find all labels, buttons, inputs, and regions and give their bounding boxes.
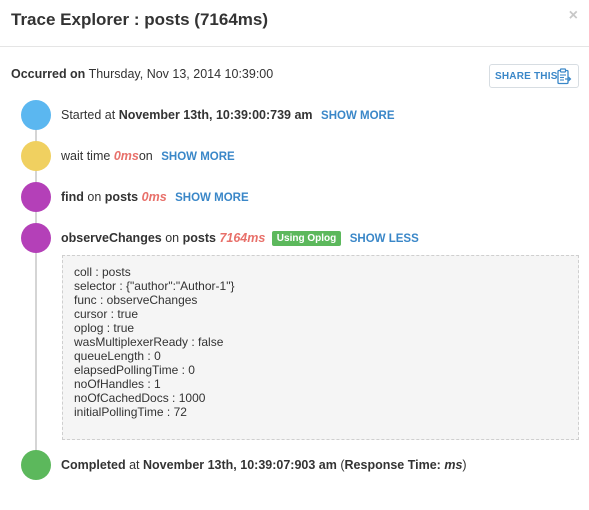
observe-ms: 7164ms <box>219 231 266 245</box>
detail-line: wasMultiplexerReady : false <box>74 335 224 349</box>
wait-dot <box>21 141 51 171</box>
find-row: find on posts 0ms SHOW MORE <box>61 190 249 204</box>
wait-prefix: wait time <box>61 149 111 163</box>
occurred-on: Occurred on Thursday, Nov 13, 2014 10:39… <box>11 67 273 81</box>
find-op: find <box>61 190 84 204</box>
observe-on: on <box>165 231 180 245</box>
completed-label: Completed <box>61 458 126 472</box>
clipboard-icon <box>557 68 572 85</box>
completed-close-paren: ) <box>462 458 467 472</box>
wait-suffix: on <box>138 149 153 163</box>
occurred-value: Thursday, Nov 13, 2014 10:39:00 <box>88 67 274 81</box>
detail-line: initialPollingTime : 72 <box>74 405 187 419</box>
close-icon[interactable]: × <box>569 7 578 25</box>
response-time-label: Response Time: <box>344 458 441 472</box>
detail-line: noOfCachedDocs : 1000 <box>74 391 206 405</box>
detail-line: func : observeChanges <box>74 293 198 307</box>
share-label: SHARE THIS <box>495 71 558 82</box>
detail-line: cursor : true <box>74 307 139 321</box>
detail-line: oplog : true <box>74 321 135 335</box>
find-ms: 0ms <box>141 190 167 204</box>
observe-op: observeChanges <box>61 231 162 245</box>
completed-row: Completed at November 13th, 10:39:07:903… <box>61 458 467 472</box>
find-coll: posts <box>104 190 139 204</box>
find-show-more-link[interactable]: SHOW MORE <box>175 192 248 204</box>
started-time: November 13th, 10:39:00:739 am <box>118 108 313 122</box>
detail-line: coll : posts <box>74 265 131 279</box>
completed-dot <box>21 450 51 480</box>
started-row: Started at November 13th, 10:39:00:739 a… <box>61 108 395 122</box>
wait-show-more-link[interactable]: SHOW MORE <box>161 151 234 163</box>
detail-line: noOfHandles : 1 <box>74 377 161 391</box>
find-dot <box>21 182 51 212</box>
wait-ms: 0ms <box>113 149 139 163</box>
observe-show-less-link[interactable]: SHOW LESS <box>350 233 419 245</box>
using-oplog-badge: Using Oplog <box>271 231 342 246</box>
observe-details-panel: coll : posts selector : {"author":"Autho… <box>62 255 579 440</box>
completed-time: November 13th, 10:39:07:903 am <box>143 458 337 472</box>
dialog-header: Trace Explorer : posts (7164ms) × <box>0 0 589 47</box>
completed-at: at <box>129 458 140 472</box>
occurred-label: Occurred on <box>11 67 86 81</box>
detail-line: elapsedPollingTime : 0 <box>74 363 195 377</box>
share-button[interactable]: SHARE THIS <box>489 64 579 88</box>
dialog-title: Trace Explorer : posts (7164ms) <box>11 10 269 29</box>
observe-row: observeChanges on posts 7164ms Using Opl… <box>61 231 419 246</box>
observe-dot <box>21 223 51 253</box>
started-show-more-link[interactable]: SHOW MORE <box>321 110 394 122</box>
started-dot <box>21 100 51 130</box>
find-on: on <box>87 190 102 204</box>
started-prefix: Started at <box>61 108 116 122</box>
wait-row: wait time 0mson SHOW MORE <box>61 149 235 163</box>
detail-line: queueLength : 0 <box>74 349 161 363</box>
detail-line: selector : {"author":"Author-1"} <box>74 279 235 293</box>
response-time-value: ms <box>444 458 463 472</box>
observe-coll: posts <box>182 231 216 245</box>
